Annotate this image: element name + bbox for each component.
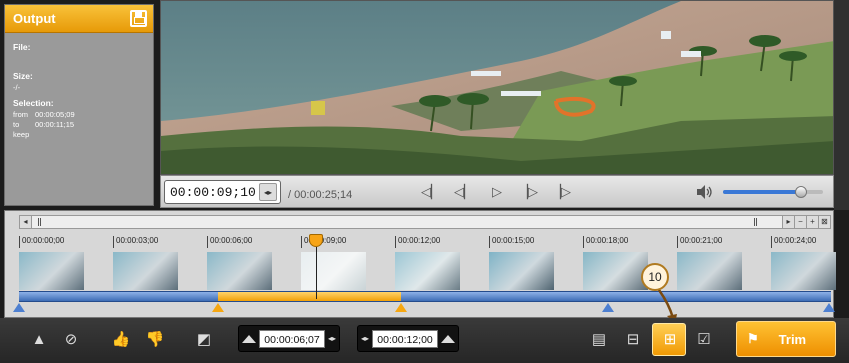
- video-thumbnail[interactable]: [301, 252, 366, 290]
- film-strip-icon[interactable]: ▤: [588, 330, 610, 350]
- flag-icon: ⚑: [747, 331, 759, 346]
- scene-marker[interactable]: [13, 303, 25, 312]
- video-thumbnail[interactable]: [583, 252, 648, 290]
- timeline-tick-label: 00:00:09;00: [301, 236, 346, 248]
- cut-selection-icon[interactable]: 👎: [144, 330, 166, 350]
- timeline-tick-label: 00:00:03;00: [113, 236, 158, 248]
- to-value: 00:00:11;15: [35, 120, 75, 129]
- video-preview[interactable]: [160, 0, 834, 175]
- add-marker-icon[interactable]: ▲: [28, 330, 50, 350]
- callout-badge: 10: [641, 263, 669, 291]
- trim-button[interactable]: ⚑ Trim: [736, 321, 836, 357]
- save-icon[interactable]: [130, 10, 147, 27]
- scroll-right-icon[interactable]: ▸: [782, 216, 794, 228]
- split-scene-icon: ⊞: [663, 331, 677, 348]
- scroll-grip-right[interactable]: [754, 218, 757, 226]
- size-value: -/-: [13, 83, 21, 92]
- volume-knob[interactable]: [795, 186, 807, 198]
- window-edge: [834, 0, 849, 210]
- to-label: to: [13, 120, 20, 129]
- file-label: File:: [13, 42, 31, 52]
- scroll-left-icon[interactable]: ◂: [20, 216, 32, 228]
- volume-slider[interactable]: [723, 186, 823, 198]
- current-time-field[interactable]: 00:00:09;10 ◂▸: [164, 180, 281, 204]
- video-thumbnail[interactable]: [395, 252, 460, 290]
- timeline-tick-label: 00:00:06;00: [207, 236, 252, 248]
- output-panel: Output File: Size: -/- Selection: from 00…: [4, 4, 154, 206]
- remove-marker-icon[interactable]: ⊘: [60, 330, 82, 350]
- scroll-grip-left[interactable]: [38, 218, 41, 226]
- go-to-start-icon[interactable]: ◁▏: [421, 183, 441, 201]
- split-icon[interactable]: ⊟: [622, 330, 644, 350]
- zoom-fit-icon[interactable]: ⊠: [818, 216, 830, 228]
- time-stepper-icon[interactable]: ◂▸: [259, 183, 277, 201]
- timeline-panel: ◂ ▸ − + ⊠ 00:00:00;00 00:00:03;00 00:00:06…: [4, 210, 836, 318]
- timeline-scrollbar[interactable]: ◂ ▸ − + ⊠: [19, 215, 831, 229]
- player-controls: 00:00:09;10 ◂▸ / 00:00:25;14 ◁▏ ◁▏ ▷ ▕▷ …: [160, 175, 834, 208]
- video-thumbnail[interactable]: [489, 252, 554, 290]
- from-label: from: [13, 110, 28, 119]
- timeline-tick-label: 00:00:18;00: [583, 236, 628, 248]
- end-time-field[interactable]: ◂▸ 00:00:12;00: [357, 325, 460, 352]
- invert-selection-icon[interactable]: ◩: [193, 330, 215, 350]
- volume-fill: [723, 190, 801, 194]
- timeline-tick-label: 00:00:12;00: [395, 236, 440, 248]
- keep-selection-icon[interactable]: 👍: [110, 330, 132, 350]
- timeline-track[interactable]: [19, 291, 831, 302]
- scene-marker[interactable]: [822, 303, 835, 312]
- video-frame-image: [161, 1, 833, 174]
- timeline-tick-label: 00:00:21;00: [677, 236, 722, 248]
- zoom-out-icon[interactable]: −: [794, 216, 806, 228]
- video-thumbnail[interactable]: [771, 252, 836, 290]
- total-duration: / 00:00:25;14: [288, 189, 353, 201]
- zoom-in-icon[interactable]: +: [806, 216, 818, 228]
- selected-range[interactable]: [217, 292, 401, 301]
- end-time-value[interactable]: 00:00:12;00: [372, 329, 439, 348]
- bottom-toolbar: ▲ ⊘ 👍 👎 ◩ 00:00:06;07 ◂▸ ◂▸ 00:00:12;00 …: [0, 318, 849, 363]
- selection-mode: keep: [13, 130, 30, 139]
- video-thumbnail[interactable]: [113, 252, 178, 290]
- video-thumbnail[interactable]: [207, 252, 272, 290]
- video-thumbnail[interactable]: [677, 252, 742, 290]
- set-start-icon[interactable]: [242, 334, 256, 343]
- split-at-playhead-button[interactable]: ⊞: [652, 323, 686, 356]
- size-label: Size:: [13, 71, 33, 81]
- scene-marker[interactable]: [601, 303, 614, 312]
- timeline-tick-label: 00:00:00;00: [19, 236, 64, 248]
- selection-from-row: from 00:00:05;09: [13, 110, 75, 119]
- video-thumbnail[interactable]: [19, 252, 84, 290]
- speaker-icon[interactable]: [695, 184, 713, 200]
- from-value: 00:00:05;09: [35, 110, 75, 119]
- detect-scenes-icon[interactable]: ☑: [693, 330, 715, 350]
- playhead-line: [316, 247, 317, 299]
- current-time-value[interactable]: 00:00:09;10: [165, 185, 259, 200]
- trim-label: Trim: [778, 331, 807, 347]
- timeline-tick-label: 00:00:15;00: [489, 236, 534, 248]
- start-time-value[interactable]: 00:00:06;07: [259, 329, 325, 348]
- play-icon[interactable]: ▷: [487, 183, 507, 201]
- output-header: Output: [5, 5, 153, 33]
- timeline-tick-label: 00:00:24;00: [771, 236, 816, 248]
- start-time-field[interactable]: 00:00:06;07 ◂▸: [238, 325, 341, 352]
- selection-marker[interactable]: [394, 303, 407, 312]
- timeline-ruler: 00:00:00;00 00:00:03;00 00:00:06;00 00:00:0…: [19, 235, 831, 251]
- go-to-end-icon[interactable]: ▕▷: [551, 183, 571, 201]
- selection-to-row: to 00:00:11;15: [13, 120, 74, 129]
- previous-frame-icon[interactable]: ◁▏: [454, 183, 474, 201]
- selection-marker[interactable]: [211, 303, 224, 312]
- selection-label: Selection:: [13, 98, 54, 108]
- end-time-stepper-icon[interactable]: ◂▸: [361, 334, 369, 343]
- next-frame-icon[interactable]: ▕▷: [518, 183, 538, 201]
- start-time-stepper-icon[interactable]: ◂▸: [328, 334, 336, 343]
- set-end-icon[interactable]: [441, 334, 456, 343]
- output-title: Output: [13, 11, 56, 26]
